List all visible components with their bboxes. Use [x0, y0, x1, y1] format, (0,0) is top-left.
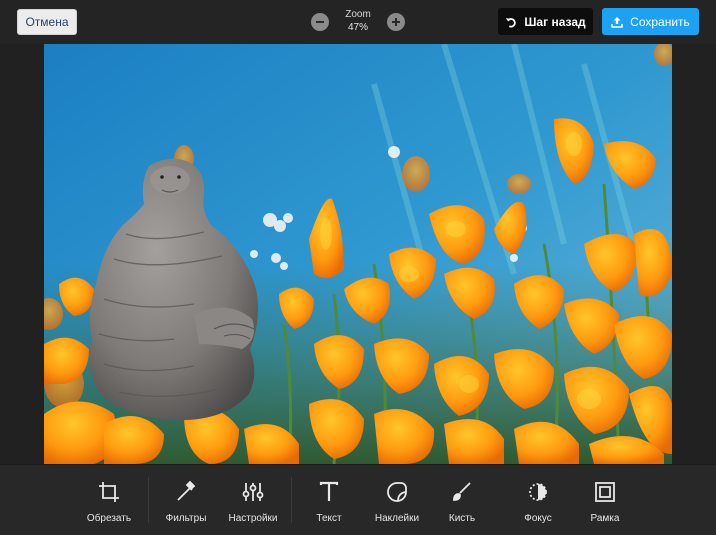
zoom-out-button[interactable] — [311, 13, 329, 31]
minus-icon — [316, 21, 324, 23]
tool-brush[interactable]: Кисть — [430, 479, 494, 529]
tool-text[interactable]: Текст — [297, 479, 361, 529]
plus-icon — [392, 18, 400, 26]
tool-filters[interactable]: Фильтры — [154, 479, 218, 529]
focus-icon — [529, 483, 547, 501]
save-button[interactable]: Сохранить — [602, 8, 699, 35]
tool-label: Фокус — [524, 513, 552, 524]
tool-settings[interactable]: Настройки — [221, 479, 285, 529]
sticker-icon — [387, 482, 407, 502]
tool-label: Наклейки — [374, 513, 420, 524]
canvas-area — [0, 44, 716, 464]
zoom-label: Zoom — [345, 9, 371, 20]
toolbar-divider — [148, 477, 149, 523]
magic-wand-icon — [177, 480, 196, 501]
crop-icon — [99, 482, 119, 502]
tool-label: Текст — [316, 513, 342, 524]
text-icon — [319, 481, 339, 501]
tool-label: Рамка — [590, 513, 620, 524]
tool-stickers[interactable]: Наклейки — [365, 479, 429, 529]
toolbar-divider — [291, 477, 292, 523]
tool-label: Фильтры — [165, 513, 207, 524]
zoom-in-button[interactable] — [387, 13, 405, 31]
zoom-readout: Zoom 47% — [334, 8, 382, 34]
bottom-toolbar: Обрезать Фильтры Настройки Текст Наклейк… — [0, 464, 716, 535]
sliders-icon — [242, 483, 264, 501]
tool-label: Обрезать — [86, 513, 132, 524]
zoom-control: Zoom 47% — [308, 6, 408, 38]
flower-photo-image — [44, 44, 672, 464]
tool-frame[interactable]: Рамка — [573, 479, 637, 529]
undo-icon — [506, 17, 517, 27]
photo-canvas[interactable] — [44, 44, 672, 464]
top-bar: Отмена Zoom 47% Шаг назад Сохранить — [0, 0, 716, 44]
tool-focus[interactable]: Фокус — [506, 479, 570, 529]
undo-button[interactable]: Шаг назад — [498, 8, 593, 35]
brush-icon — [453, 482, 471, 501]
cancel-button[interactable]: Отмена — [17, 9, 77, 35]
frame-icon — [595, 482, 615, 502]
tool-crop[interactable]: Обрезать — [77, 479, 141, 529]
tool-label: Настройки — [228, 513, 278, 524]
upload-icon — [611, 16, 623, 28]
tool-label: Кисть — [448, 513, 476, 524]
photo-editor: Отмена Zoom 47% Шаг назад Сохранить Обре… — [0, 0, 716, 535]
save-label: Сохранить — [630, 14, 690, 29]
undo-label: Шаг назад — [524, 14, 586, 29]
zoom-value: 47% — [347, 22, 368, 33]
